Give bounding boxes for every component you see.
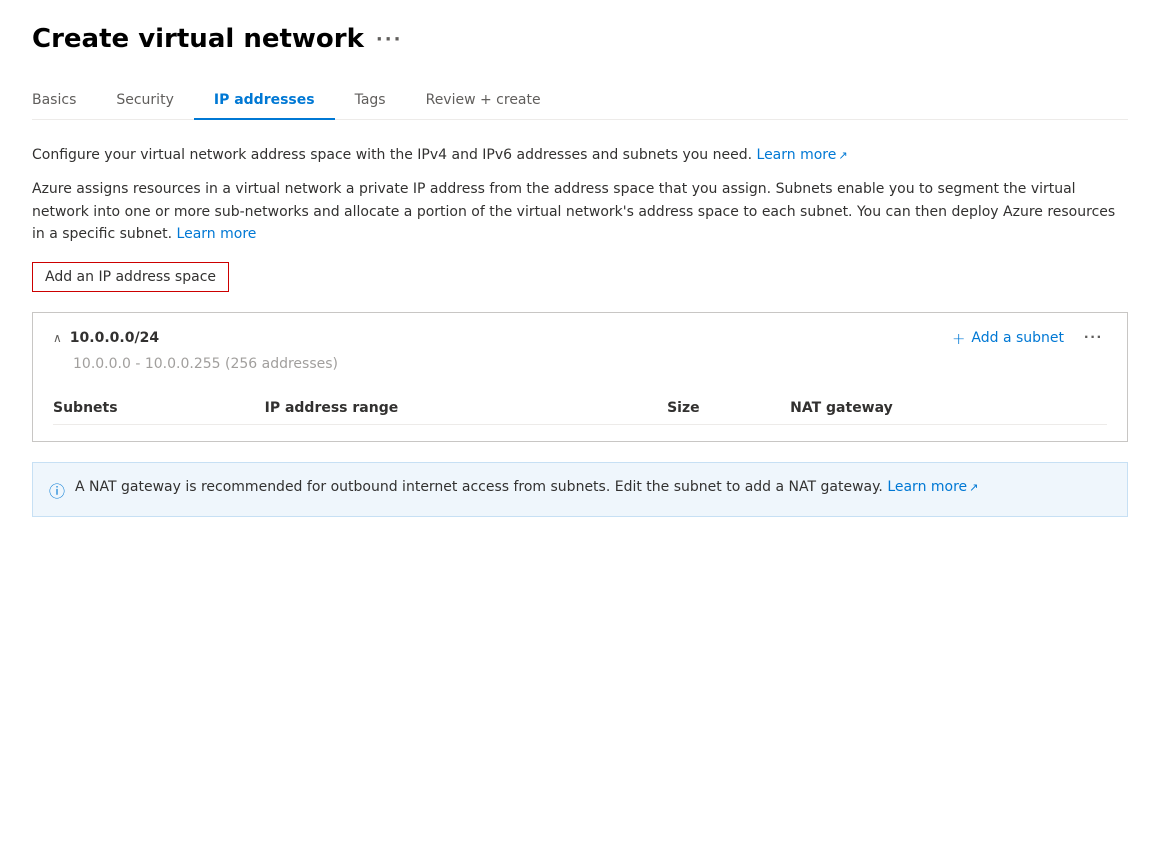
subnet-table-head: Subnets IP address range Size NAT gatewa… [53,392,1107,425]
col-header-subnets: Subnets [53,392,265,425]
subnet-table-header-row: Subnets IP address range Size NAT gatewa… [53,392,1107,425]
ip-space-card: ∧ 10.0.0.0/24 + Add a subnet ··· 10.0.0.… [32,312,1128,442]
chevron-up-icon[interactable]: ∧ [53,331,62,345]
page-header: Create virtual network ··· [32,24,1128,54]
tab-bar: Basics Security IP addresses Tags Review… [32,82,1128,120]
ip-space-header: ∧ 10.0.0.0/24 + Add a subnet ··· [53,329,1107,348]
info-icon: ⓘ [49,478,65,502]
ip-range-text: 10.0.0.0 - 10.0.0.255 (256 addresses) [53,356,1107,372]
learn-more-link-1[interactable]: Learn more↗ [757,147,848,163]
ip-space-actions: + Add a subnet ··· [952,329,1107,348]
info-banner-text: A NAT gateway is recommended for outboun… [75,477,978,498]
add-ip-address-space-button[interactable]: Add an IP address space [32,262,229,292]
description-text-2: Azure assigns resources in a virtual net… [32,178,1128,245]
tab-tags[interactable]: Tags [335,82,406,120]
description-text-1: Configure your virtual network address s… [32,144,1128,166]
info-learn-more-link[interactable]: Learn more↗ [887,479,978,495]
external-link-icon-1: ↗ [838,147,847,165]
tab-basics[interactable]: Basics [32,82,96,120]
col-header-ip-range: IP address range [265,392,667,425]
tab-ip-addresses[interactable]: IP addresses [194,82,335,120]
add-subnet-button[interactable]: + Add a subnet [952,329,1064,348]
ip-space-more-options-button[interactable]: ··· [1080,329,1107,347]
plus-icon: + [952,329,965,348]
ip-space-cidr: 10.0.0.0/24 [70,330,159,346]
subnet-table: Subnets IP address range Size NAT gatewa… [53,392,1107,425]
col-header-size: Size [667,392,790,425]
tab-security[interactable]: Security [96,82,194,120]
page-title: Create virtual network [32,24,364,54]
ip-space-title-group: ∧ 10.0.0.0/24 [53,330,159,346]
info-banner: ⓘ A NAT gateway is recommended for outbo… [32,462,1128,517]
more-options-icon[interactable]: ··· [376,29,403,50]
description-block: Configure your virtual network address s… [32,144,1128,246]
external-link-icon-2: ↗ [969,480,978,497]
col-header-nat-gateway: NAT gateway [790,392,1107,425]
learn-more-link-2[interactable]: Learn more [177,226,257,242]
tab-review-create[interactable]: Review + create [406,82,561,120]
